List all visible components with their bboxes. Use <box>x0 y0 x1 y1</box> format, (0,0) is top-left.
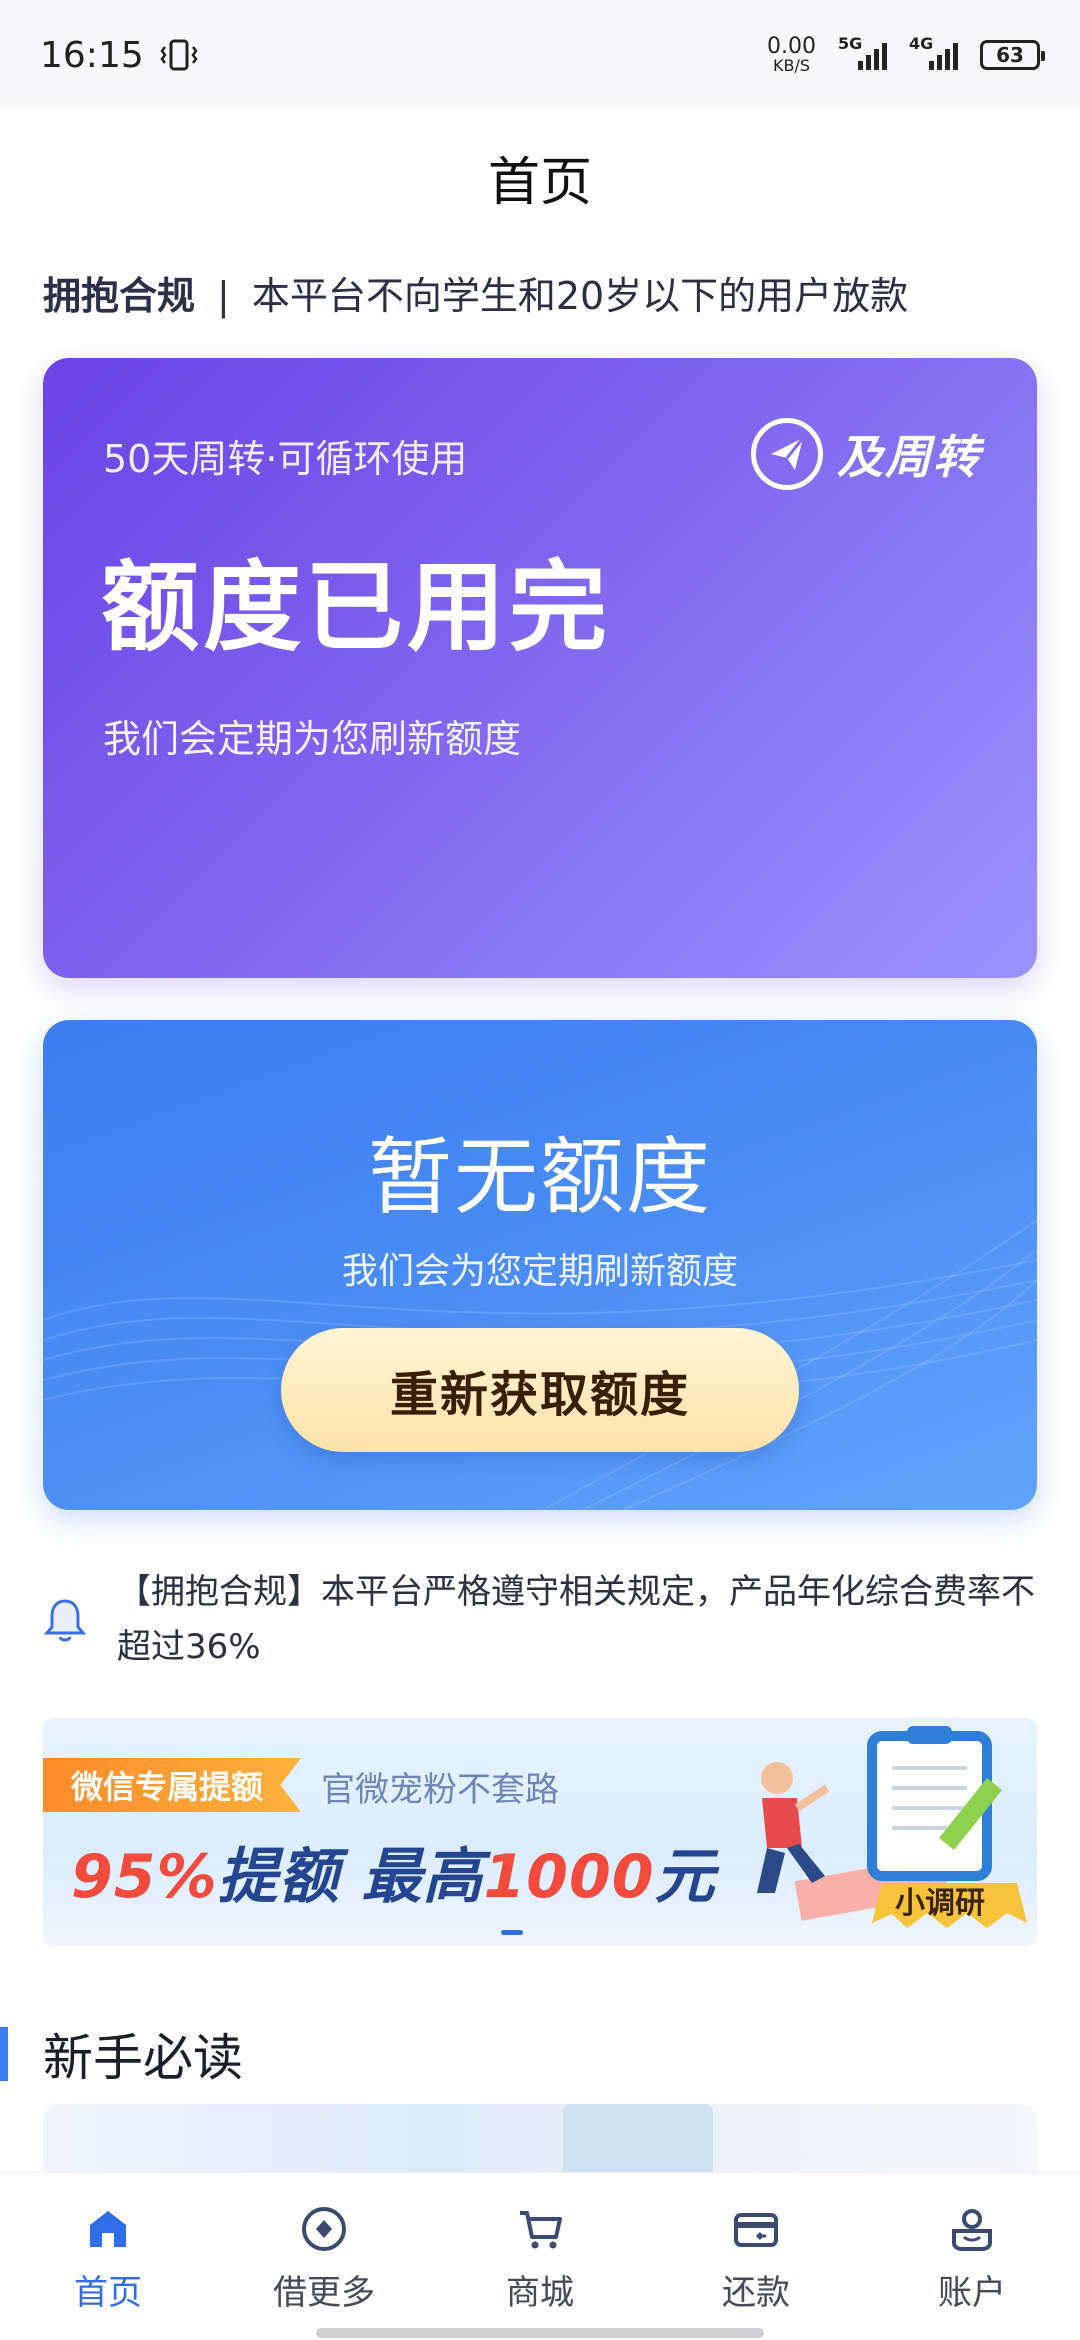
cart-icon <box>520 2211 562 2249</box>
nav-home[interactable]: 首页 <box>0 2173 216 2340</box>
compliance-separator: | <box>217 274 230 318</box>
reacquire-quota-button[interactable]: 重新获取额度 <box>281 1328 799 1452</box>
page-title: 首页 <box>487 153 592 213</box>
nav-mall[interactable]: 商城 <box>432 2173 648 2340</box>
section-title-label: 新手必读 <box>43 2029 243 2087</box>
home-indicator[interactable] <box>316 2328 764 2338</box>
clock: 16:15 <box>40 34 144 76</box>
nav-mall-label: 商城 <box>506 2273 574 2313</box>
compliance-label: 拥抱合规 <box>43 274 196 318</box>
nav-borrow-more-label: 借更多 <box>273 2273 375 2313</box>
refresh-text: 我们会定期为您刷新额度 <box>103 717 522 761</box>
nav-borrow-more[interactable]: 借更多 <box>216 2173 432 2340</box>
bell-icon <box>43 1599 87 1642</box>
paper-plane-icon <box>751 418 823 490</box>
banner-tag-sub: 官微宠粉不套路 <box>321 1770 559 1810</box>
nav-account-label: 账户 <box>938 2273 1006 2313</box>
notice-text: 【拥抱合规】本平台严格遵守相关规定，产品年化综合费率不超过36% <box>117 1572 1035 1667</box>
card-icon <box>734 2213 778 2247</box>
banner-percent: 95% <box>71 1842 218 1912</box>
status-left: 16:15 <box>40 35 198 76</box>
vibrate-icon <box>160 39 198 71</box>
nav-repay[interactable]: 还款 <box>648 2173 864 2340</box>
battery-level: 63 <box>996 43 1024 67</box>
signal-5g-label: 5G <box>838 34 863 53</box>
nav-account[interactable]: 账户 <box>864 2173 1080 2340</box>
borrow-more-icon <box>302 2207 346 2251</box>
banner-headline-text: 提额 最高 <box>217 1842 484 1912</box>
no-quota-subtitle: 我们会为您定期刷新额度 <box>341 1251 738 1292</box>
survey-illustration: 小调研 <box>757 1726 1027 1928</box>
bottom-nav: 首页 借更多 商城 还款 账户 <box>0 2172 1080 2340</box>
status-right: 0.00 KB/S 5G 4G 63 <box>767 34 1045 74</box>
no-quota-card: 暂无额度 我们会为您定期刷新额度 重新获取额度 <box>43 1020 1037 1510</box>
net-speed-value: 0.00 <box>767 34 816 59</box>
banner-headline: 95%提额 最高1000元 <box>71 1828 716 1915</box>
section-accent-bar <box>0 2027 8 2081</box>
battery-icon: 63 <box>980 40 1045 70</box>
signal-5g-icon: 5G <box>838 34 887 70</box>
compliance-text: 本平台不向学生和20岁以下的用户放款 <box>251 274 909 318</box>
banner-amount: 1000 <box>483 1842 655 1912</box>
signal-4g-label: 4G <box>909 34 934 53</box>
quota-status: 额度已用完 <box>101 551 612 665</box>
carousel-indicator[interactable] <box>501 1930 523 1935</box>
cycle-text: 50天周转·可循环使用 <box>103 437 468 481</box>
signal-4g-icon: 4G <box>909 34 958 70</box>
net-speed-unit: KB/S <box>773 56 811 75</box>
nav-repay-label: 还款 <box>722 2273 790 2313</box>
compliance-line: 拥抱合规 | 本平台不向学生和20岁以下的用户放款 <box>43 265 908 320</box>
no-quota-headline: 暂无额度 <box>367 1128 712 1226</box>
home-icon <box>90 2211 126 2247</box>
brand-name: 及周转 <box>837 430 981 484</box>
banner-tag: 微信专属提额 <box>43 1758 302 1812</box>
compliance-notice: 【拥抱合规】本平台严格遵守相关规定，产品年化综合费率不超过36% <box>43 1565 1037 1675</box>
promo-banner[interactable]: 微信专属提额 官微宠粉不套路 95%提额 最高1000元 小调研 <box>43 1718 1037 1946</box>
section-title: 新手必读 <box>0 2018 243 2090</box>
brand: 及周转 <box>751 418 981 490</box>
quota-card[interactable]: 50天周转·可循环使用 及周转 额度已用完 我们会定期为您刷新额度 <box>43 358 1037 978</box>
status-bar: 16:15 0.00 KB/S 5G 4G 63 <box>0 0 1080 110</box>
account-icon <box>952 2209 992 2251</box>
nav-home-label: 首页 <box>74 2273 142 2313</box>
survey-badge-text: 小调研 <box>895 1886 985 1921</box>
network-speed: 0.00 KB/S <box>767 36 816 74</box>
